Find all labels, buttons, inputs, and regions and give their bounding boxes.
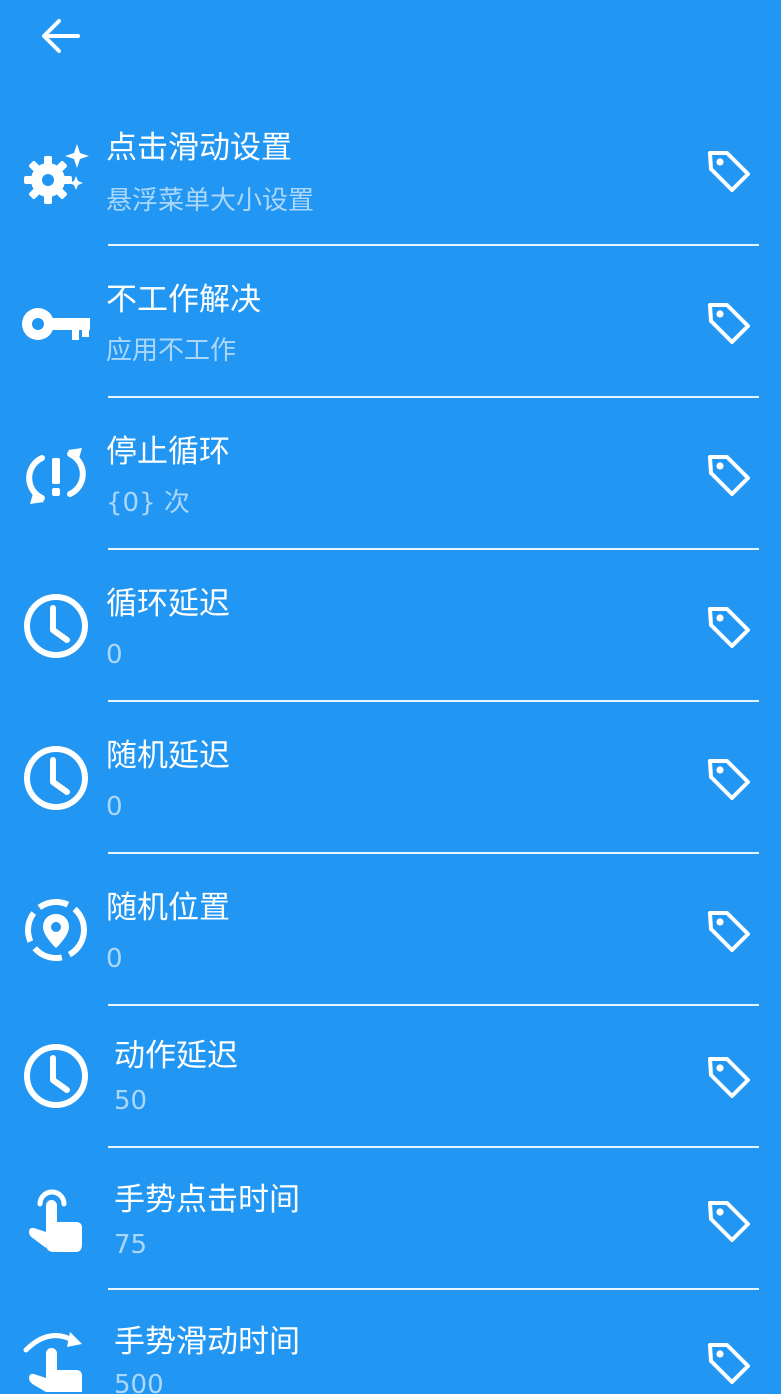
clock-icon — [20, 742, 92, 814]
tag-icon[interactable] — [700, 1334, 758, 1392]
setting-subtitle: {0} 次 — [106, 488, 190, 518]
divider — [108, 244, 759, 246]
loop-alert-icon — [20, 440, 92, 512]
setting-item-random-position[interactable]: 随机位置 0 — [0, 878, 781, 1006]
divider — [108, 396, 759, 398]
tag-icon[interactable] — [700, 750, 758, 808]
setting-item-action-delay[interactable]: 动作延迟 50 — [0, 1030, 781, 1148]
clock-icon — [20, 1040, 92, 1112]
tag-icon[interactable] — [700, 1192, 758, 1250]
setting-item-loop-delay[interactable]: 循环延迟 0 — [0, 574, 781, 702]
tag-icon[interactable] — [700, 446, 758, 504]
tag-icon[interactable] — [700, 142, 758, 200]
key-icon — [20, 288, 92, 360]
location-dashed-icon — [20, 894, 92, 966]
divider — [108, 1146, 759, 1148]
setting-title: 随机位置 — [106, 890, 230, 926]
setting-item-not-working-fix[interactable]: 不工作解决 应用不工作 — [0, 270, 781, 398]
setting-item-random-delay[interactable]: 随机延迟 0 — [0, 726, 781, 854]
setting-subtitle: 50 — [114, 1086, 148, 1116]
setting-item-stop-loop[interactable]: 停止循环 {0} 次 — [0, 422, 781, 550]
setting-subtitle: 应用不工作 — [106, 336, 237, 366]
gears-icon — [20, 138, 92, 210]
divider — [108, 852, 759, 854]
hand-tap-icon — [20, 1184, 92, 1256]
setting-item-gesture-tap-time[interactable]: 手势点击时间 75 — [0, 1172, 781, 1290]
setting-subtitle: 75 — [114, 1230, 148, 1260]
setting-title: 动作延迟 — [114, 1038, 238, 1074]
setting-title: 停止循环 — [106, 434, 230, 470]
divider — [108, 1004, 759, 1006]
settings-list: 点击滑动设置 悬浮菜单大小设置 不工作解决 应用不工作 停止循环 {0} 次 循… — [0, 0, 781, 1394]
tag-icon[interactable] — [700, 598, 758, 656]
hand-swipe-icon — [20, 1320, 92, 1392]
setting-title: 随机延迟 — [106, 738, 230, 774]
divider — [108, 1288, 759, 1290]
setting-title: 手势滑动时间 — [114, 1324, 300, 1360]
divider — [108, 700, 759, 702]
tag-icon[interactable] — [700, 902, 758, 960]
setting-subtitle: 0 — [106, 640, 123, 670]
setting-title: 点击滑动设置 — [106, 130, 292, 166]
setting-subtitle: 0 — [106, 944, 123, 974]
tag-icon[interactable] — [700, 294, 758, 352]
clock-icon — [20, 590, 92, 662]
setting-title: 循环延迟 — [106, 586, 230, 622]
setting-item-gesture-swipe-time[interactable]: 手势滑动时间 500 — [0, 1314, 781, 1394]
tag-icon[interactable] — [700, 1048, 758, 1106]
setting-subtitle: 悬浮菜单大小设置 — [106, 186, 315, 216]
setting-subtitle: 500 — [114, 1370, 164, 1394]
setting-subtitle: 0 — [106, 792, 123, 822]
setting-title: 手势点击时间 — [114, 1182, 300, 1218]
divider — [108, 548, 759, 550]
setting-title: 不工作解决 — [106, 282, 261, 318]
setting-item-click-swipe-settings[interactable]: 点击滑动设置 悬浮菜单大小设置 — [0, 118, 781, 246]
